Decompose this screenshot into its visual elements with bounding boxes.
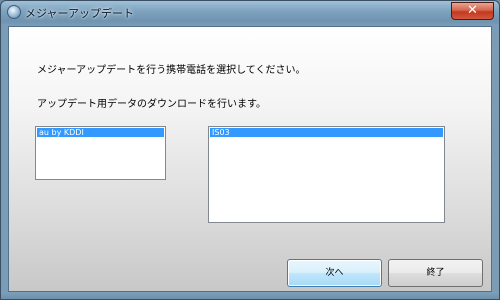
select-phone-message: メジャーアップデートを行う携帯電話を選択してください。 [37,65,306,76]
next-button[interactable]: 次へ [287,259,382,287]
dialog-body: メジャーアップデートを行う携帯電話を選択してください。 アップデート用データのダ… [8,26,492,292]
download-message: アップデート用データのダウンロードを行います。 [37,99,266,110]
app-window: メジャーアップデート ✕ メジャーアップデートを行う携帯電話を選択してください。… [0,0,500,300]
window-bottom-frame [1,292,499,299]
close-icon: ✕ [467,3,478,18]
end-button[interactable]: 終了 [388,259,483,287]
title-bar[interactable]: メジャーアップデート ✕ [1,1,499,25]
carrier-listbox[interactable]: au by KDDI [35,126,166,180]
model-list-item[interactable]: IS03 [210,128,443,137]
window-title: メジャーアップデート [25,7,135,20]
app-icon [7,5,21,19]
model-listbox[interactable]: IS03 [208,126,445,223]
close-button[interactable]: ✕ [451,2,494,20]
carrier-list-item[interactable]: au by KDDI [37,128,164,137]
